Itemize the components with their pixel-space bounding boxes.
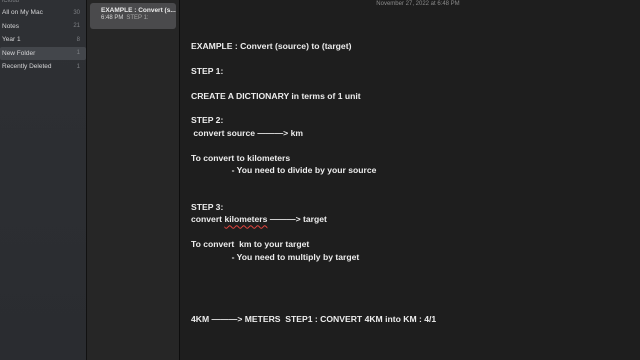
note-line: EXAMPLE : Convert (source) to (target) — [191, 41, 352, 51]
folder-count: 21 — [73, 23, 80, 30]
note-title: EXAMPLE : Convert (s... — [101, 7, 176, 14]
note-line-text: ———> target — [267, 214, 327, 225]
note-line — [191, 226, 631, 238]
note-body[interactable]: EXAMPLE : Convert (source) to (target) ST… — [191, 40, 631, 325]
folder-count: 1 — [76, 63, 80, 70]
sidebar-item-year-1[interactable]: Year 1 8 — [0, 33, 86, 47]
folder-label: New Folder — [2, 49, 36, 57]
folder-label: All on My Mac — [2, 9, 43, 17]
note-date: November 27, 2022 at 6:48 PM — [376, 1, 460, 7]
note-line — [191, 300, 631, 312]
note-editor[interactable]: November 27, 2022 at 6:48 PM EXAMPLE : C… — [180, 0, 640, 360]
note-preview: STEP 1: — [126, 15, 149, 21]
misspelled-word[interactable]: kilometers — [224, 214, 267, 224]
note-line — [191, 189, 631, 201]
sidebar-section-label: iCloud — [2, 0, 20, 4]
folder-label: Recently Deleted — [2, 63, 52, 71]
note-line — [191, 263, 631, 275]
note-line: convert source ———> km — [191, 127, 303, 138]
folder-count: 1 — [76, 50, 80, 57]
note-line — [191, 102, 631, 114]
folder-label: Notes — [2, 22, 19, 30]
note-line: STEP 3: — [191, 202, 224, 213]
note-line: STEP 1: — [191, 65, 224, 76]
note-line-text: convert — [191, 214, 225, 225]
note-line: CREATE A DICTIONARY in terms of 1 unit — [191, 90, 361, 101]
folder-list: All on My Mac 30 Notes 21 Year 1 8 New F… — [0, 6, 86, 74]
notes-window: iCloud All on My Mac 30 Notes 21 Year 1 … — [0, 0, 640, 360]
folder-count: 8 — [76, 36, 80, 43]
note-line: convert kilometers ———> target — [191, 213, 631, 225]
note-list: EXAMPLE : Convert (s... 6:48 PM STEP 1: — [87, 0, 180, 360]
note-line: To convert km to your target — [191, 239, 310, 250]
sidebar-item-recently-deleted[interactable]: Recently Deleted 1 — [0, 60, 86, 74]
note-meta: 6:48 PM STEP 1: — [101, 15, 176, 21]
sidebar-item-new-folder[interactable]: New Folder 1 — [0, 46, 86, 60]
note-line: To convert to kilometers — [191, 152, 291, 163]
note-time: 6:48 PM — [101, 15, 124, 21]
note-list-item[interactable]: EXAMPLE : Convert (s... 6:48 PM STEP 1: — [90, 3, 176, 29]
folder-label: Year 1 — [2, 36, 21, 44]
note-line — [191, 52, 631, 64]
note-line — [191, 139, 631, 151]
sidebar-item-notes[interactable]: Notes 21 — [0, 20, 86, 34]
sidebar: iCloud All on My Mac 30 Notes 21 Year 1 … — [0, 0, 87, 360]
note-line: 4KM ———> METERS STEP1 : CONVERT 4KM into… — [191, 313, 437, 324]
sidebar-item-all-on-my-mac[interactable]: All on My Mac 30 — [0, 6, 86, 20]
note-line: - You need to multiply by target — [191, 251, 360, 262]
note-line — [191, 288, 631, 300]
note-line: - You need to divide by your source — [191, 164, 377, 175]
note-line — [191, 275, 631, 287]
note-line: STEP 2: — [191, 115, 224, 126]
note-line — [191, 176, 631, 188]
folder-count: 30 — [73, 9, 80, 16]
note-line — [191, 77, 631, 89]
